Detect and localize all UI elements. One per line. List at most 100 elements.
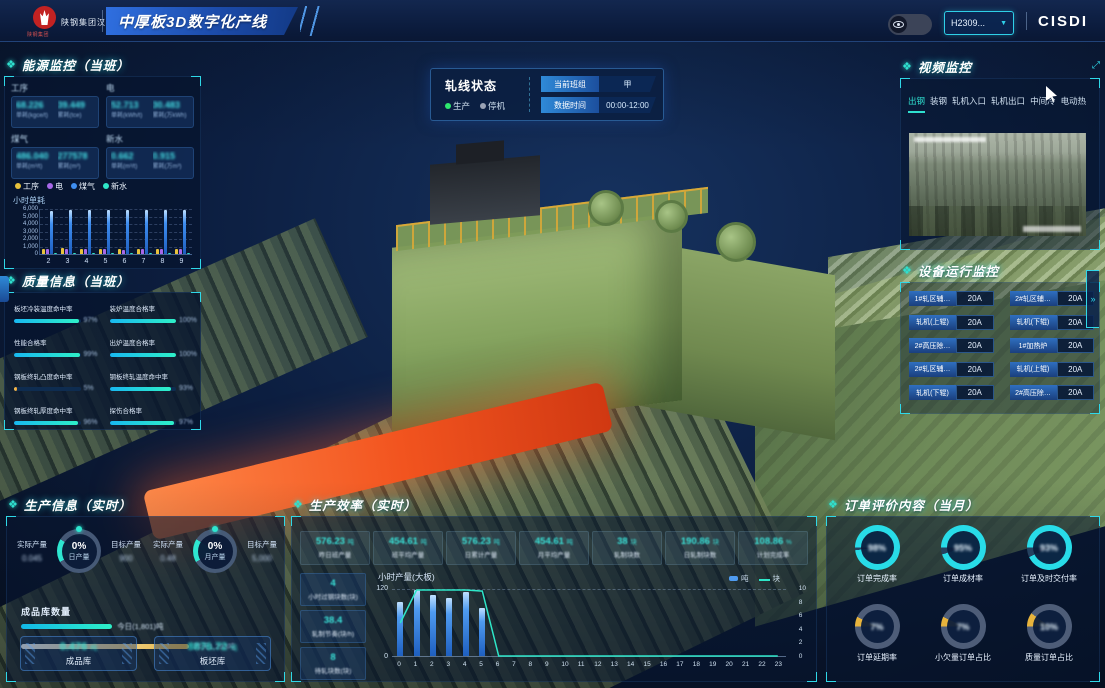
actual-label: 实际产量 <box>11 539 53 550</box>
bar <box>61 248 64 254</box>
order-donut: 7% 订单延期率 <box>835 604 919 677</box>
inventory-title: 成品库数量 <box>21 605 71 618</box>
store-value: 8876.72 吨 <box>188 641 238 653</box>
production-panel-title: 生产信息（实时） <box>24 495 132 514</box>
stat-unit: 吨 <box>421 539 428 546</box>
camera-feed[interactable] <box>909 133 1086 236</box>
gauge-label: 月产量 <box>205 552 226 562</box>
equipment-item[interactable]: 1#加热炉20A <box>1010 338 1095 353</box>
metric-value: 0.662 <box>111 151 148 161</box>
y-axis-max: 120 <box>366 585 388 592</box>
progress-fill <box>14 319 79 323</box>
equipment-value: 20A <box>956 385 994 400</box>
bar <box>54 253 57 254</box>
progress-track <box>110 387 177 391</box>
stat-value: 190.86 块 <box>666 536 734 547</box>
store-box[interactable]: 8876.72 吨板坯库 <box>154 636 271 671</box>
efficiency-stat: 576.23 吨日累计产量 <box>446 531 516 565</box>
legend-item: 工序 <box>15 181 39 192</box>
equipment-item[interactable]: 轧机(下辊)20A <box>1010 315 1095 330</box>
equipment-label: 2#高压除… <box>1010 385 1057 400</box>
right-tick: 10 <box>799 585 806 592</box>
quality-item: 钢板终轧温度命中率93% <box>110 371 196 392</box>
camera-tab-装钢[interactable]: 装钢 <box>930 95 947 113</box>
stat-label: 计划完成率 <box>739 549 807 559</box>
stat-unit: 块 <box>713 539 720 546</box>
quality-bar-row: 93% <box>110 385 196 392</box>
gridline <box>40 224 192 225</box>
x-tick: 2 <box>430 661 434 668</box>
left-collapse-tab[interactable] <box>0 276 9 302</box>
efficiency-side-stat: 4小时过钢块数(块) <box>300 573 366 606</box>
visibility-toggle[interactable] <box>888 14 932 35</box>
y-tick: 1,000 <box>13 244 38 250</box>
status-legend-item: 生产 <box>445 100 470 112</box>
x-tick: 4 <box>463 661 467 668</box>
equipment-item[interactable]: 2#轧区辅…20A <box>1010 291 1095 306</box>
energy-group: 新水0.662单耗(m³/t)0.915累耗(万m³) <box>106 133 194 179</box>
energy-metric-box: 68.226单耗(kgce/t)39.449累耗(tce) <box>11 96 99 128</box>
gauge-dot <box>212 526 218 532</box>
equipment-item[interactable]: 2#高压除…20A <box>1010 385 1095 400</box>
efficiency-side-stat: 8待轧块数(块) <box>300 647 366 680</box>
energy-group-name: 煤气 <box>11 133 99 145</box>
quality-value: 5% <box>84 385 100 392</box>
donut-label: 订单完成率 <box>857 573 897 584</box>
donut-ring: 7% <box>855 604 900 649</box>
energy-group-name: 工序 <box>11 82 99 94</box>
gauge-dot <box>76 526 82 532</box>
bar <box>145 210 148 254</box>
energy-chart-title: 小时单耗 <box>13 195 45 206</box>
shift-select-dropdown[interactable]: H2309... ▼ <box>944 11 1014 35</box>
donut-label: 订单延期率 <box>857 652 897 663</box>
quality-label: 钢板终轧凸度命中率 <box>14 371 100 381</box>
line-status-title: 轧线状态 <box>445 77 497 94</box>
status-badge: 数据时间00:00-12:00 <box>541 97 656 113</box>
bar <box>179 249 182 254</box>
equipment-item[interactable]: 轧机(下辊)20A <box>909 385 994 400</box>
equipment-item[interactable]: 2#高压除…20A <box>909 338 994 353</box>
stat-label: 月平均产量 <box>520 549 588 559</box>
energy-metric: 39.449累耗(tce) <box>58 100 95 124</box>
quality-item: 装炉温度合格率100% <box>110 303 196 324</box>
x-tick: 2 <box>47 258 51 265</box>
y-tick: 5,000 <box>13 214 38 220</box>
stat-value: 576.23 吨 <box>447 536 515 547</box>
equipment-item[interactable]: 轧机(上辊)20A <box>1010 362 1095 377</box>
stat-label: 日累计产量 <box>447 549 515 559</box>
camera-tab-轧机入口[interactable]: 轧机入口 <box>952 95 986 113</box>
bar <box>107 210 110 254</box>
store-box[interactable]: 0.476 吨成品库 <box>20 636 137 671</box>
energy-group-name: 新水 <box>106 133 194 145</box>
target-value: 900 <box>105 554 147 563</box>
x-tick: 12 <box>594 661 601 668</box>
shift-select-value: H2309... <box>951 18 985 28</box>
camera-tab-出钢[interactable]: 出钢 <box>908 95 925 113</box>
quality-value: 97% <box>179 419 195 426</box>
collapse-right-icon: » <box>1090 294 1095 304</box>
progress-track <box>14 319 81 323</box>
bar <box>164 210 167 254</box>
energy-metric-box: 52.713单耗(kWh/t)30.483累耗(万kWh) <box>106 96 194 128</box>
stat-value: 576.23 吨 <box>301 536 369 547</box>
right-collapse-tab[interactable]: » <box>1086 270 1099 328</box>
camera-tab-电动热[interactable]: 电动热 <box>1061 95 1087 113</box>
quality-label: 性能合格率 <box>14 337 100 347</box>
donut-ring: 93% <box>1027 525 1072 570</box>
stat-value: 108.86 % <box>739 536 807 547</box>
bar <box>126 210 129 254</box>
expand-icon[interactable]: ⤢ <box>1092 60 1100 71</box>
equipment-item[interactable]: 1#轧区辅…20A <box>909 291 994 306</box>
equipment-value: 20A <box>956 338 994 353</box>
actual-block: 实际产量0.045 <box>11 539 53 563</box>
progress-track <box>14 421 81 425</box>
equipment-item[interactable]: 轧机(上辊)20A <box>909 315 994 330</box>
badge-label: 数据时间 <box>541 97 599 113</box>
equipment-item[interactable]: 2#轧区辅…20A <box>909 362 994 377</box>
energy-groups: 工序68.226单耗(kgce/t)39.449累耗(tce)电52.713单耗… <box>11 82 194 179</box>
stat-value: 8 <box>301 652 365 663</box>
stat-label: 轧制节奏(块/h) <box>301 628 365 638</box>
x-tick: 16 <box>660 661 667 668</box>
camera-tab-轧机出口[interactable]: 轧机出口 <box>991 95 1025 113</box>
production-gauge-group: 实际产量0.480%月产量目标产量5,000 <box>147 529 283 573</box>
